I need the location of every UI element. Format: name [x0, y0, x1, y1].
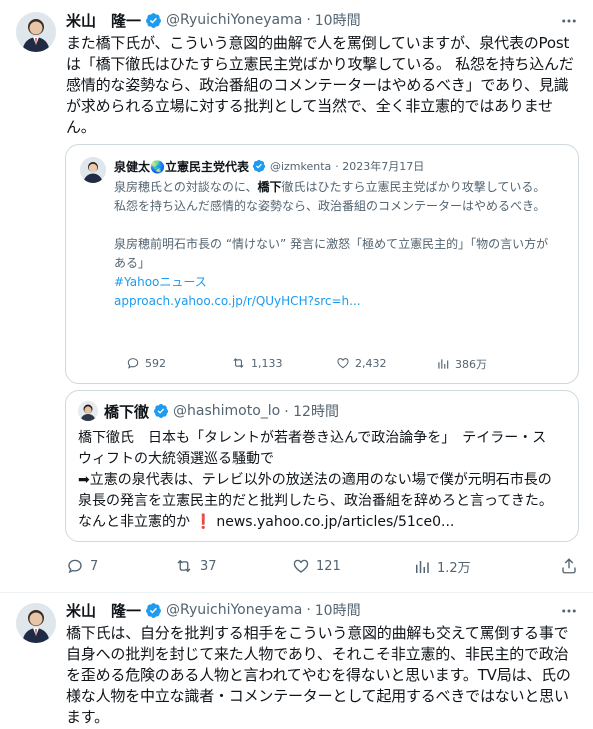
quoted-line-2: ➡立憲の泉代表は、テレビ以外の放送法の適用のない場で僕が元明石市長の泉長の発言を…	[78, 472, 553, 530]
separator-dot: ·	[306, 12, 311, 28]
exclamation-icon: ❗	[194, 514, 212, 530]
author-handle[interactable]: @izmkenta	[270, 160, 331, 173]
tweet-header: 米山 隆一 @RyuichiYoneyama · 10時間	[66, 10, 361, 30]
timestamp[interactable]: · 12時間	[284, 401, 339, 421]
hashtag-link[interactable]: #Yahooニュース	[114, 273, 554, 292]
quoted-actions: 592 1,133 2,432 386万	[126, 356, 526, 374]
avatar[interactable]	[16, 603, 56, 643]
quoted-header: 橋下徹 @hashimoto_lo · 12時間	[104, 401, 339, 421]
tweet-text: また橋下氏が、こういう意図的曲解で人を罵倒していますが、泉代表のPostは「橋下…	[66, 34, 574, 136]
views-action[interactable]: 1.2万	[413, 557, 471, 576]
avatar[interactable]	[16, 12, 56, 52]
tweet-text: 橋下氏は、自分を批判する相手をこういう意図的曲解も交えて罵倒する事で自身への批判…	[66, 624, 571, 726]
quoted-tweet[interactable]: 橋下徹 @hashimoto_lo · 12時間 橋下徹氏 日本も「タレントが若…	[65, 390, 579, 542]
retweet-count: 37	[200, 558, 217, 574]
quoted-text: 泉房穂氏との対談なのに、橋下徹氏はひたすら立憲民主党ばかり攻撃している。 私怨を…	[114, 178, 554, 311]
reply-action[interactable]: 592	[126, 356, 166, 370]
views-count: 1.2万	[437, 561, 471, 576]
reply-count: 592	[145, 356, 166, 370]
retweet-icon	[231, 356, 246, 370]
avatar[interactable]	[80, 157, 106, 183]
quoted-line-2: 私怨を持ち込んだ感情的な姿勢なら、政治番組のコメンテーターはやめるべき。	[114, 199, 546, 213]
verified-icon	[145, 12, 162, 29]
verified-icon	[145, 602, 162, 619]
views-count: 386万	[455, 358, 487, 371]
timestamp[interactable]: 10時間	[315, 10, 361, 30]
divider	[0, 592, 593, 593]
like-icon	[336, 356, 350, 370]
retweet-action[interactable]: 1,133	[231, 356, 283, 370]
more-icon[interactable]	[560, 12, 578, 30]
tweet-actions: 7 37 121 1.2万	[66, 557, 578, 577]
like-action[interactable]: 121	[292, 557, 341, 575]
verified-icon	[252, 159, 266, 173]
share-icon[interactable]	[560, 557, 578, 575]
quoted-line-1: 泉房穂氏との対談なのに、橋下徹氏はひたすら立憲民主党ばかり攻撃している。	[114, 180, 546, 194]
author-name[interactable]: 橋下徹	[104, 401, 149, 422]
author-name[interactable]: 泉健太🌏立憲民主党代表	[114, 158, 249, 175]
views-icon	[413, 558, 431, 576]
author-name[interactable]: 米山 隆一	[66, 600, 141, 621]
like-count: 121	[316, 558, 341, 574]
author-handle[interactable]: @hashimoto_lo	[173, 403, 280, 419]
like-icon	[292, 557, 310, 575]
author-handle[interactable]: @RyuichiYoneyama	[166, 602, 302, 618]
views-action[interactable]: 386万	[436, 356, 487, 372]
retweet-icon	[174, 557, 194, 575]
author-handle[interactable]: @RyuichiYoneyama	[166, 12, 302, 28]
timestamp[interactable]: 10時間	[315, 600, 361, 620]
quoted-text: 橋下徹氏 日本も「タレントが若者巻き込んで政治論争を」 テイラー・スウィフトの大…	[78, 428, 558, 533]
author-name[interactable]: 米山 隆一	[66, 10, 141, 31]
reply-icon	[126, 356, 140, 370]
retweet-action[interactable]: 37	[174, 557, 217, 575]
retweet-count: 1,133	[251, 356, 283, 370]
verified-icon	[153, 403, 169, 419]
like-action[interactable]: 2,432	[336, 356, 387, 370]
quoted-tweet[interactable]: 泉健太🌏立憲民主党代表 @izmkenta · 2023年7月17日 泉房穂氏と…	[65, 144, 579, 384]
quoted-line-1: 橋下徹氏 日本も「タレントが若者巻き込んで政治論争を」 テイラー・スウィフトの大…	[78, 430, 547, 467]
tweet-header: 米山 隆一 @RyuichiYoneyama · 10時間	[66, 600, 361, 620]
more-icon[interactable]	[560, 602, 578, 620]
avatar[interactable]	[78, 401, 98, 421]
news-link[interactable]: news.yahoo.co.jp/articles/51ce0...	[216, 514, 454, 530]
reply-icon	[66, 557, 84, 575]
like-count: 2,432	[355, 356, 387, 370]
separator-dot: ·	[306, 602, 311, 618]
quoted-header: 泉健太🌏立憲民主党代表 @izmkenta · 2023年7月17日	[114, 157, 424, 175]
reply-count: 7	[90, 558, 99, 574]
reply-action[interactable]: 7	[66, 557, 98, 575]
timestamp[interactable]: · 2023年7月17日	[335, 158, 424, 174]
views-icon	[436, 357, 450, 371]
url-link[interactable]: approach.yahoo.co.jp/r/QUyHCH?src=h...	[114, 292, 554, 311]
quoted-line-3: 泉房穂前明石市長の “情けない” 発言に激怒「極めて立憲民主的」「物の言い方があ…	[114, 237, 549, 270]
